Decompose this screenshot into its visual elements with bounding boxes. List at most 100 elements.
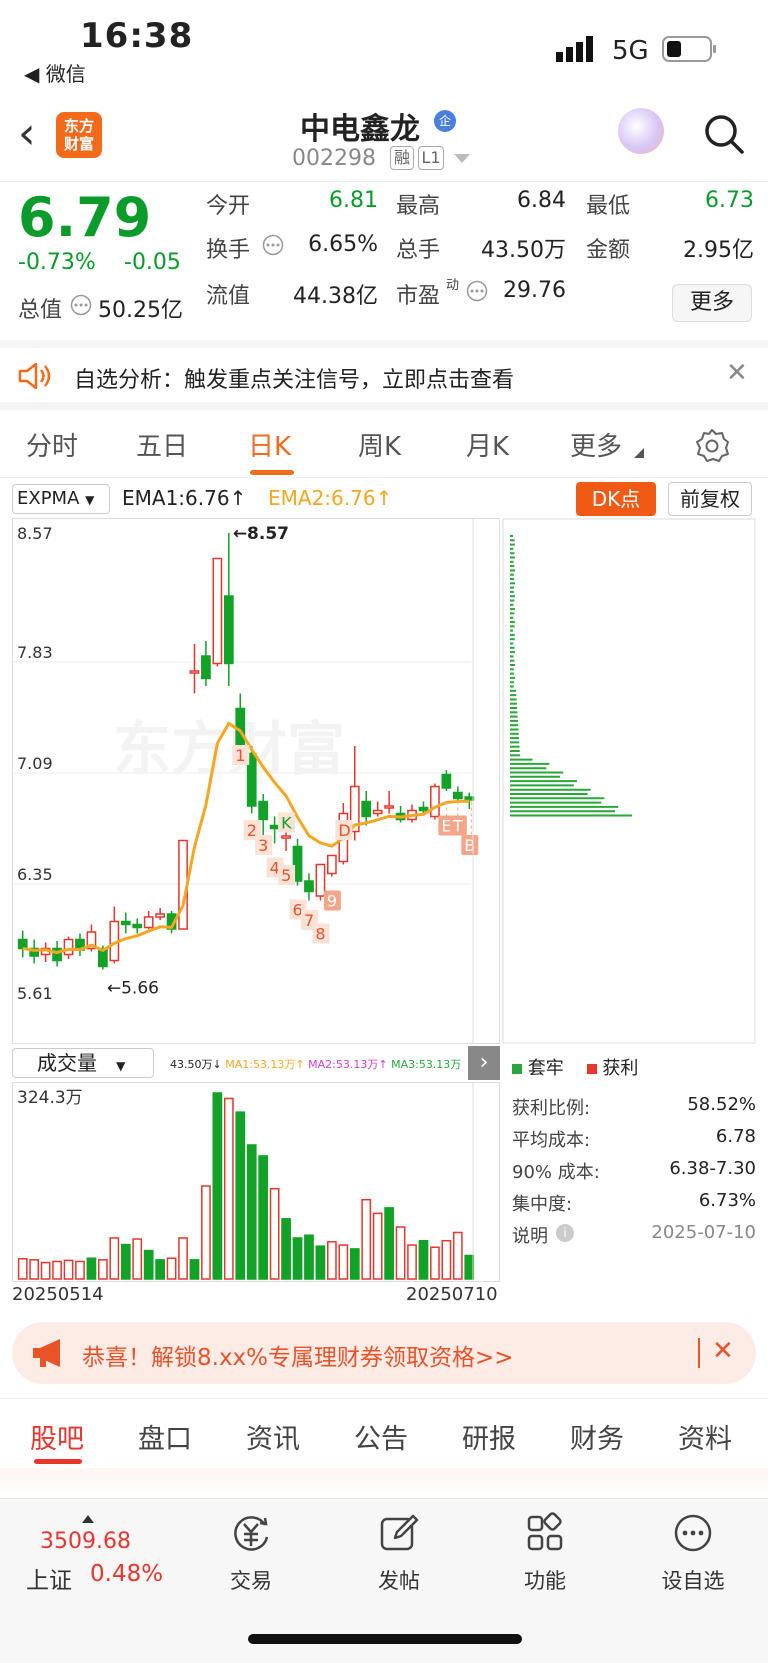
nav-add-watchlist[interactable]: 设自选: [648, 1511, 738, 1595]
back-button[interactable]: ‹: [18, 112, 58, 162]
volume-bar: [338, 1244, 349, 1280]
ai-assistant-avatar[interactable]: [618, 108, 664, 154]
indicator-select[interactable]: EXPMA ▼: [12, 484, 110, 514]
nav-post[interactable]: 发帖: [354, 1511, 444, 1595]
float-value-label: 流值: [206, 284, 251, 309]
volume-header: 成交量 ▼ 43.50万↓ MA1:53.13万↑ MA2:53.13万↑ MA…: [12, 1046, 500, 1080]
settings-gear-icon[interactable]: [694, 428, 730, 464]
pe-value: 29.76: [503, 278, 566, 303]
volume-bar: [361, 1198, 372, 1280]
tab-profile[interactable]: 资料: [678, 1417, 732, 1456]
candle-body: [372, 809, 383, 815]
tab-intraday[interactable]: 分时: [26, 426, 78, 463]
info-icon[interactable]: i: [556, 1224, 574, 1242]
nav-functions[interactable]: 功能: [500, 1511, 590, 1595]
nav-label: 功能: [524, 1569, 566, 1593]
profit-swatch: [586, 1064, 597, 1074]
adjust-mode-button[interactable]: 前复权: [668, 482, 752, 516]
tab-weekly-k[interactable]: 周K: [358, 426, 401, 463]
nav-trade[interactable]: 交易: [206, 1511, 296, 1595]
note-label[interactable]: 说明: [512, 1222, 548, 1248]
volume-bar: [201, 1185, 211, 1280]
high-price-label: ←8.57: [233, 524, 289, 544]
megaphone-icon: [33, 1339, 60, 1367]
banner-text: 自选分析：触发重点关注信号，立即点击查看: [74, 368, 515, 393]
candle-body: [155, 913, 165, 918]
index-value[interactable]: 3509.68: [40, 1529, 131, 1554]
app-logo: 东方 财富: [56, 112, 102, 158]
volume-bar: [235, 1111, 246, 1280]
tab-research[interactable]: 研报: [462, 1417, 516, 1456]
indicator-bar: EXPMA ▼ EMA1:6.76↑ EMA2:6.76↑ DK点 前复权: [0, 480, 768, 518]
analysis-banner[interactable]: 自选分析：触发重点关注信号，立即点击查看 ✕: [0, 340, 768, 410]
stat-value: 6.38-7.30: [669, 1158, 756, 1179]
volume-bar: [452, 1231, 463, 1280]
tab-five-day[interactable]: 五日: [136, 426, 188, 463]
info-dots-icon[interactable]: [70, 294, 92, 316]
candle-body: [132, 923, 143, 929]
tab-finance[interactable]: 财务: [570, 1417, 624, 1456]
promo-text: 恭喜！解锁8.xx%专属理财券领取资格>>: [82, 1345, 514, 1371]
volume-bar: [143, 1249, 154, 1280]
low-value: 6.73: [705, 188, 754, 213]
dropdown-icon[interactable]: [454, 154, 470, 164]
volume-bar: [384, 1207, 394, 1280]
more-button[interactable]: 更多: [672, 284, 752, 322]
kline-chart[interactable]: 8.57 7.83 7.09 6.35 5.61 东方财富 ←8.57 ←5.66 1 2 3 4 5 6…: [12, 518, 500, 1044]
volume-bar: [120, 1243, 131, 1280]
active-tab-indicator: [250, 470, 294, 475]
volume-chart[interactable]: 324.3万: [12, 1082, 500, 1282]
volume-bar: [75, 1260, 85, 1280]
close-icon[interactable]: ✕: [726, 358, 748, 388]
tab-announcements[interactable]: 公告: [354, 1417, 408, 1456]
volume-bar: [52, 1260, 62, 1280]
signal-marker: 5: [281, 866, 291, 885]
tab-daily-k[interactable]: 日K: [248, 426, 291, 463]
home-indicator: [248, 1634, 522, 1644]
float-value: 44.38亿: [293, 284, 378, 309]
back-to-wechat-link[interactable]: ◀ 微信: [24, 58, 86, 87]
dk-point-button[interactable]: DK点: [576, 482, 656, 516]
tab-monthly-k[interactable]: 月K: [466, 426, 509, 463]
volume-bar: [29, 1259, 40, 1280]
promo-banner[interactable]: 恭喜！解锁8.xx%专属理财券领取资格>> ✕: [12, 1322, 756, 1384]
stat-value: 6.73%: [698, 1190, 756, 1211]
y-tick-label: 7.83: [17, 643, 53, 662]
pe-dynamic-sup: 动: [446, 278, 460, 293]
tab-news[interactable]: 资讯: [246, 1417, 300, 1456]
chevron-right-icon[interactable]: ›: [468, 1046, 500, 1080]
vol-current: 43.50万↓: [170, 1058, 222, 1071]
volume-indicator-select[interactable]: 成交量 ▼: [12, 1048, 154, 1078]
volume-max-label: 324.3万: [17, 1088, 83, 1108]
stat-row: 集中度: 6.73%: [512, 1186, 756, 1218]
info-dots-icon[interactable]: [466, 280, 488, 302]
end-date: 20250710: [406, 1284, 498, 1305]
volume-bar: [63, 1259, 74, 1280]
signal-marker: 9: [327, 892, 337, 911]
index-change[interactable]: 0.48%: [90, 1561, 163, 1587]
volume-ma-legend: 43.50万↓ MA1:53.13万↑ MA2:53.13万↑ MA3:53.1…: [170, 1056, 461, 1072]
close-icon[interactable]: ✕: [712, 1336, 734, 1366]
tab-more[interactable]: 更多: [570, 426, 622, 463]
vol-ma3: MA3:53.13万: [391, 1058, 462, 1071]
volume-bar: [349, 1248, 360, 1280]
search-icon[interactable]: [704, 114, 744, 154]
stock-name: 中电鑫龙: [300, 112, 420, 147]
volume-bar: [98, 1259, 108, 1280]
signal-marker: 1: [235, 746, 245, 765]
candle-body: [63, 938, 74, 956]
candle-body: [120, 920, 131, 926]
trade-icon: [234, 1516, 269, 1551]
high-label: 最高: [396, 194, 441, 219]
more-dots-icon: [674, 1514, 712, 1552]
tab-guba[interactable]: 股吧: [30, 1417, 84, 1456]
change-percent: -0.73%: [18, 250, 96, 275]
index-name[interactable]: 上证: [26, 1561, 72, 1595]
logo-text-1: 东方: [63, 117, 94, 135]
tab-orderbook[interactable]: 盘口: [138, 1417, 192, 1456]
volume-bar: [407, 1244, 417, 1280]
volume-select-value: 成交量: [37, 1051, 97, 1075]
low-price-label: ←5.66: [107, 979, 159, 999]
volume-bar: [327, 1241, 337, 1280]
info-dots-icon[interactable]: [262, 234, 284, 256]
